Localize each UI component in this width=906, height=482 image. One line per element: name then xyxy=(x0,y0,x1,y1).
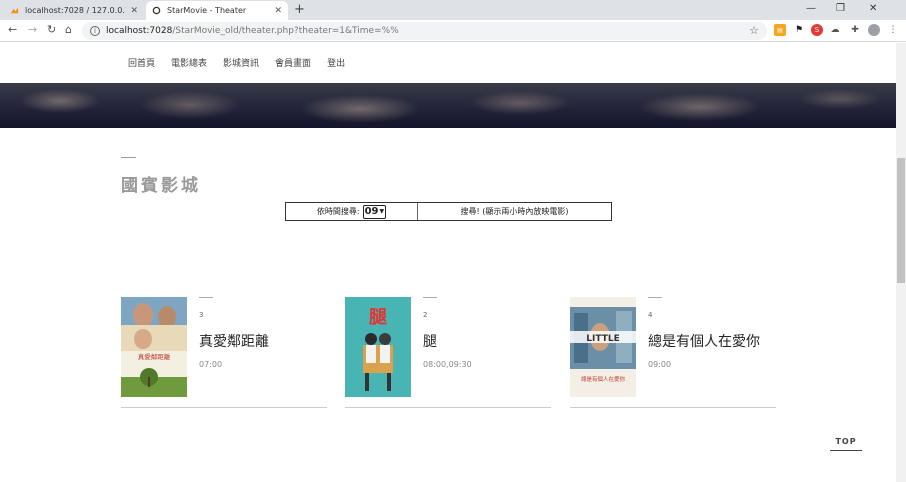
nav-home[interactable]: 回首頁 xyxy=(128,56,155,69)
movie-number: 4 xyxy=(648,311,653,319)
poster-image: LITTLE 總是有個人在愛你 xyxy=(570,297,636,397)
card-divider xyxy=(648,297,662,298)
movie-poster[interactable]: LITTLE 總是有個人在愛你 xyxy=(570,297,636,397)
poster-image: 腿 xyxy=(345,297,411,397)
url-host: localhost:7028 xyxy=(106,26,173,36)
tab-title: localhost:7028 / 127.0.0.1 / star xyxy=(25,6,127,15)
info-icon[interactable]: i xyxy=(90,26,100,36)
movie-poster[interactable]: 腿 xyxy=(345,297,411,397)
movie-title[interactable]: 真愛鄰距離 xyxy=(199,331,269,351)
tab-phpmyadmin[interactable]: localhost:7028 / 127.0.0.1 / star ✕ xyxy=(4,1,144,20)
extension-icon[interactable]: ▤ xyxy=(774,24,786,36)
tab-starmovie[interactable]: StarMovie - Theater ✕ xyxy=(146,1,288,20)
movie-card[interactable]: 腿 2 腿 08:00,09:30 xyxy=(345,297,551,408)
page-title: 國賓影城 xyxy=(121,176,201,196)
close-tab-icon[interactable]: ✕ xyxy=(274,6,282,16)
movie-title[interactable]: 腿 xyxy=(423,331,437,351)
card-divider xyxy=(199,297,213,298)
menu-dots-icon[interactable]: ⋮ xyxy=(887,24,899,36)
movie-showtimes: 09:00 xyxy=(648,360,672,369)
movie-showtimes: 08:00,09:30 xyxy=(423,360,472,369)
bookmark-star-icon[interactable]: ☆ xyxy=(749,24,759,37)
movie-poster[interactable]: 真愛鄰距離 xyxy=(121,297,187,397)
time-search-form: 依時間搜尋: 09 ▼ 搜尋! (顯示兩小時內放映電影) xyxy=(285,202,612,221)
search-filter: 依時間搜尋: 09 ▼ xyxy=(286,203,418,220)
hour-select-value: 09 xyxy=(364,206,379,217)
s-extension-icon[interactable]: S xyxy=(811,24,823,36)
back-icon[interactable]: ← xyxy=(8,23,17,36)
search-button[interactable]: 搜尋! (顯示兩小時內放映電影) xyxy=(418,206,611,217)
close-window-icon[interactable]: ✕ xyxy=(869,3,877,14)
nav-movies[interactable]: 電影總表 xyxy=(171,56,207,69)
card-divider xyxy=(423,297,437,298)
movie-title[interactable]: 總是有個人在愛你 xyxy=(648,331,760,351)
movie-card[interactable]: 真愛鄰距離 3 真愛鄰距離 07:00 xyxy=(121,297,327,408)
forward-icon[interactable]: → xyxy=(28,23,37,36)
avatar[interactable] xyxy=(868,24,880,36)
cloud-icon[interactable]: ☁ xyxy=(829,24,841,36)
close-tab-icon[interactable]: ✕ xyxy=(130,6,138,16)
svg-text:腿: 腿 xyxy=(369,307,387,328)
page-scrollbar[interactable] xyxy=(896,43,906,482)
title-divider xyxy=(121,157,136,158)
chevron-down-icon: ▼ xyxy=(379,208,385,215)
url-field[interactable]: i localhost:7028/StarMovie_old/theater.p… xyxy=(82,22,767,40)
phpmyadmin-icon xyxy=(10,7,19,14)
reload-icon[interactable]: ↻ xyxy=(47,23,56,36)
address-bar: ← → ↻ ⌂ i localhost:7028/StarMovie_old/t… xyxy=(0,20,906,42)
minimize-icon[interactable]: — xyxy=(806,3,816,14)
site-nav: 回首頁 電影總表 影城資訊 會員畫面 登出 xyxy=(128,56,345,69)
nav-member[interactable]: 會員畫面 xyxy=(275,56,311,69)
maximize-icon[interactable]: ❐ xyxy=(836,3,845,14)
cinema-banner-image xyxy=(0,83,896,128)
scrollbar-thumb[interactable] xyxy=(897,158,905,283)
new-tab-icon[interactable]: + xyxy=(294,2,305,17)
flag-icon[interactable]: ⚑ xyxy=(793,24,805,36)
movie-number: 3 xyxy=(199,311,204,319)
globe-icon xyxy=(152,6,161,15)
movie-showtimes: 07:00 xyxy=(199,360,223,369)
page-viewport: 回首頁 電影總表 影城資訊 會員畫面 登出 國賓影城 依時間搜尋: 09 ▼ 搜… xyxy=(0,43,896,482)
hour-select[interactable]: 09 ▼ xyxy=(362,204,387,219)
back-to-top-link[interactable]: TOP xyxy=(830,437,862,451)
movie-card[interactable]: LITTLE 總是有個人在愛你 4 總是有個人在愛你 09:00 xyxy=(570,297,776,408)
home-icon[interactable]: ⌂ xyxy=(65,23,72,36)
svg-text:總是有個人在愛你: 總是有個人在愛你 xyxy=(581,375,626,383)
browser-tab-bar: localhost:7028 / 127.0.0.1 / star ✕ Star… xyxy=(0,0,906,20)
svg-text:真愛鄰距離: 真愛鄰距離 xyxy=(138,352,171,361)
tab-title: StarMovie - Theater xyxy=(167,6,247,15)
url-path: /StarMovie_old/theater.php?theater=1&Tim… xyxy=(172,26,399,36)
nav-logout[interactable]: 登出 xyxy=(327,56,345,69)
search-label: 依時間搜尋: xyxy=(316,207,360,216)
poster-image: 真愛鄰距離 xyxy=(121,297,187,397)
movie-number: 2 xyxy=(423,311,428,319)
nav-theaters[interactable]: 影城資訊 xyxy=(223,56,259,69)
svg-text:LITTLE: LITTLE xyxy=(586,334,619,344)
puzzle-icon[interactable]: ✚ xyxy=(849,24,861,36)
